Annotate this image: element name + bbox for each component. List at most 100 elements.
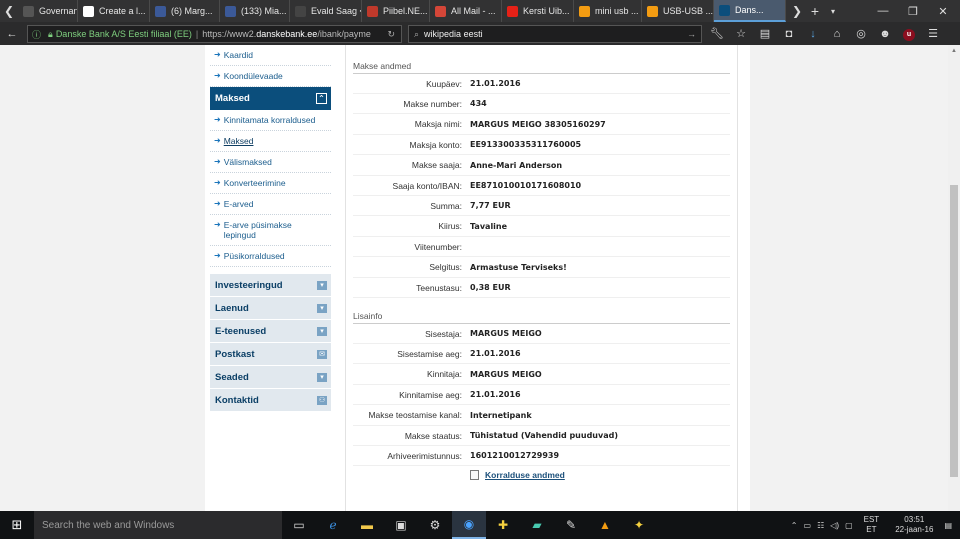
accordion-item[interactable]: Investeeringud ▾: [210, 274, 331, 297]
file-explorer-icon[interactable]: ▬: [350, 511, 384, 539]
accordion-item[interactable]: Kontaktid ⚇: [210, 389, 331, 412]
sidebar-link[interactable]: ➜ Konverteerimine: [210, 173, 331, 194]
sidebar-link[interactable]: ➜ Välismaksed: [210, 152, 331, 173]
language-indicator[interactable]: EST ET: [864, 515, 880, 535]
close-icon[interactable]: ✕: [928, 0, 958, 22]
home-icon[interactable]: ⌂: [825, 28, 849, 40]
sidebar-link[interactable]: ➜ E-arve püsimakse lepingud: [210, 215, 331, 246]
browser-tab[interactable]: All Mail - ...: [430, 0, 502, 22]
sidebar-link-label[interactable]: E-arved: [224, 199, 254, 209]
chevron-down-icon[interactable]: ▾: [317, 303, 327, 313]
sidebar-link-label[interactable]: Kaardid: [224, 50, 253, 60]
tab-scroll-left-icon[interactable]: ❮: [0, 0, 18, 22]
scrollbar-thumb[interactable]: [950, 185, 958, 477]
accordion-item[interactable]: Seaded ▾: [210, 366, 331, 389]
sidebar-link-label[interactable]: Kinnitamata korraldused: [224, 115, 316, 125]
search-bar[interactable]: ⌕ wikipedia eesti →: [408, 25, 702, 43]
tab-list-dropdown-icon[interactable]: ▾: [824, 0, 842, 22]
browser-tab[interactable]: (6) Marg...: [150, 0, 220, 22]
minimize-icon[interactable]: —: [868, 0, 898, 22]
volume-icon[interactable]: ◁): [830, 521, 839, 530]
search-input[interactable]: wikipedia eesti: [424, 29, 483, 39]
scrollbar[interactable]: ▲: [948, 45, 960, 511]
chat-icon[interactable]: ☻: [873, 28, 897, 40]
app-notebook-icon[interactable]: ▰: [520, 511, 554, 539]
url-path: /ibank/payme: [317, 29, 371, 39]
sidebar-link[interactable]: ➜ Püsikorraldused: [210, 246, 331, 267]
sidebar-link-label[interactable]: Püsikorraldused: [224, 251, 285, 261]
chevron-down-icon[interactable]: ▾: [317, 326, 327, 336]
scroll-up-icon[interactable]: ▲: [951, 48, 957, 54]
site-identity[interactable]: Danske Bank A/S Eesti filiaal (EE): [56, 29, 192, 39]
chevron-down-icon[interactable]: ▾: [317, 372, 327, 382]
windows-start-icon[interactable]: ⊞: [0, 511, 34, 539]
browser-tab[interactable]: Create a l...: [78, 0, 150, 22]
accordion-item[interactable]: E-teenused ▾: [210, 320, 331, 343]
print-details-link[interactable]: Korralduse andmed: [470, 470, 565, 480]
sync-icon[interactable]: ◎: [849, 27, 873, 40]
pocket-icon[interactable]: ◘: [777, 28, 801, 40]
print-link-label[interactable]: Korralduse andmed: [485, 470, 565, 480]
reading-list-icon[interactable]: ▤: [753, 27, 777, 40]
app-paint-icon[interactable]: ✎: [554, 511, 588, 539]
arrow-right-icon: ➜: [214, 251, 221, 260]
sidebar-link-label[interactable]: Koondülevaade: [224, 71, 283, 81]
taskbar-search-input[interactable]: Search the web and Windows: [34, 511, 282, 539]
people-icon[interactable]: ⚇: [317, 395, 327, 405]
browser-tab[interactable]: Piibel.NE...: [362, 0, 430, 22]
sidebar-link-label[interactable]: Maksed: [224, 136, 254, 146]
detail-row: Viitenumber:: [353, 237, 730, 258]
edge-icon[interactable]: ℯ: [316, 511, 350, 539]
sidebar-link[interactable]: ➜ Maksed: [210, 131, 331, 152]
section-title-lisainfo: Lisainfo: [353, 311, 730, 324]
vlc-icon[interactable]: ▲: [588, 511, 622, 539]
collapse-icon[interactable]: ⌃: [316, 93, 327, 104]
action-center-icon[interactable]: ▤: [944, 521, 952, 530]
network-icon[interactable]: ☷: [817, 521, 824, 530]
maximize-icon[interactable]: ❐: [898, 0, 928, 22]
new-tab-plus-icon[interactable]: +: [806, 0, 824, 22]
browser-tab[interactable]: Dans...: [714, 0, 786, 22]
browser-tab[interactable]: Kersti Uib...: [502, 0, 574, 22]
back-icon[interactable]: ←: [0, 22, 24, 45]
settings-gear-icon[interactable]: ⚙: [418, 511, 452, 539]
notifications-icon[interactable]: ▢: [845, 521, 853, 530]
sidebar-link-label[interactable]: Välismaksed: [224, 157, 272, 167]
accordion-item[interactable]: Laenud ▾: [210, 297, 331, 320]
wrench-icon[interactable]: 🔧︎: [705, 27, 729, 40]
info-icon[interactable]: ⓘ: [32, 28, 41, 41]
browser-tab[interactable]: USB-USB ...: [642, 0, 714, 22]
sidebar-link[interactable]: ➜ Kinnitamata korraldused: [210, 110, 331, 131]
battery-icon[interactable]: ▭: [804, 521, 812, 530]
sidebar-link-label[interactable]: E-arve püsimakse lepingud: [224, 220, 326, 240]
sidebar-link-label[interactable]: Konverteerimine: [224, 178, 286, 188]
chevron-down-icon[interactable]: ▾: [317, 280, 327, 290]
browser-tab[interactable]: (133) Mia...: [220, 0, 290, 22]
sidebar-link[interactable]: ➜ E-arved: [210, 194, 331, 215]
sidebar-link[interactable]: ➜ Koondülevaade: [210, 66, 331, 87]
store-icon[interactable]: ▣: [384, 511, 418, 539]
sidebar-link[interactable]: ➜ Kaardid: [210, 45, 331, 66]
browser-tab[interactable]: Governan...: [18, 0, 78, 22]
reload-icon[interactable]: ↻: [387, 29, 395, 40]
tab-bar: ❮ Governan... Create a l... (6) Marg... (13…: [0, 0, 960, 22]
ublock-icon[interactable]: u: [897, 27, 921, 41]
clock[interactable]: 03:51 22-jaan-16: [895, 515, 933, 535]
task-view-icon[interactable]: ▭: [282, 511, 316, 539]
browser-tab[interactable]: mini usb ...: [574, 0, 642, 22]
menu-icon[interactable]: ☰: [921, 27, 945, 40]
firefox-icon[interactable]: ◉: [452, 511, 486, 539]
search-go-icon[interactable]: →: [687, 29, 696, 39]
envelope-icon[interactable]: ✉: [317, 349, 327, 359]
app-puzzle-icon[interactable]: ✚: [486, 511, 520, 539]
tab-scroll-right-icon[interactable]: ❯: [788, 0, 806, 22]
url-bar[interactable]: ⓘ 🔒︎ Danske Bank A/S Eesti filiaal (EE) …: [27, 25, 402, 43]
section-header-maksed[interactable]: Maksed ⌃: [210, 87, 331, 110]
download-icon[interactable]: ↓: [801, 28, 825, 40]
accordion-item[interactable]: Postkast ✉: [210, 343, 331, 366]
app-tool-icon[interactable]: ✦: [622, 511, 656, 539]
browser-tab[interactable]: Evald Saag < ...: [290, 0, 362, 22]
detail-label: Kuupäev:: [426, 78, 462, 89]
tray-expand-icon[interactable]: ⌃: [791, 521, 798, 530]
bookmark-star-icon[interactable]: ☆: [729, 27, 753, 40]
